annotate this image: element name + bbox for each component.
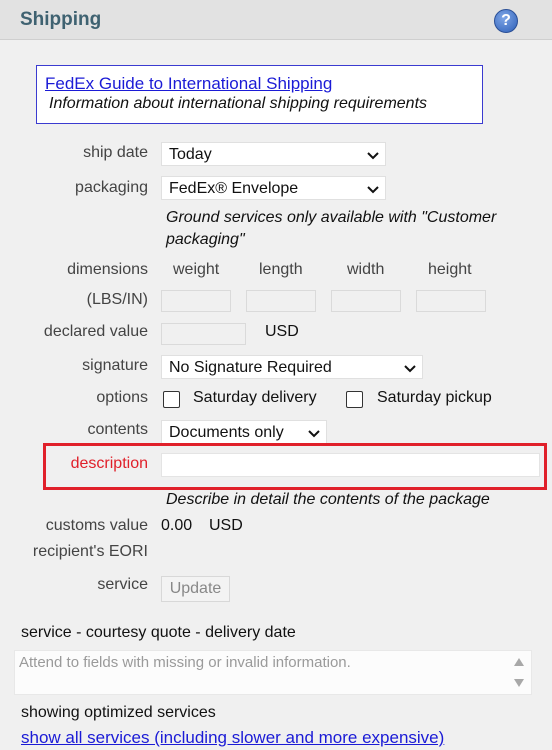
weight-input[interactable] [161,290,231,312]
customs-value-label: customs value [45,517,148,534]
dimensions-unit-label: (LBS/IN) [86,291,148,308]
width-header: width [347,261,385,278]
chevron-down-icon [367,152,379,160]
eori-label: recipient's EORI [32,543,148,560]
guide-box: FedEx Guide to International Shipping In… [36,65,483,124]
packaging-label: packaging [75,179,148,196]
chevron-down-icon [367,186,379,194]
description-note: Describe in detail the contents of the p… [166,491,490,508]
options-label: options [96,389,148,406]
height-header: height [428,261,472,278]
saturday-pickup-checkbox[interactable] [346,391,363,408]
description-label: description [70,455,148,472]
quote-heading: service - courtesy quote - delivery date [21,624,296,641]
showing-services-text: showing optimized services [21,704,216,721]
packaging-value: FedEx® Envelope [169,180,299,197]
saturday-pickup-label: Saturday pickup [377,389,492,406]
service-label: service [97,576,148,593]
height-input[interactable] [416,290,486,312]
signature-value: No Signature Required [169,359,332,376]
help-icon[interactable]: ? [494,9,518,33]
saturday-delivery-checkbox[interactable] [163,391,180,408]
guide-info: Information about international shipping… [49,95,428,112]
length-input[interactable] [246,290,316,312]
packaging-select[interactable]: FedEx® Envelope [161,176,386,200]
guide-link[interactable]: FedEx Guide to International Shipping [45,74,332,94]
update-button[interactable]: Update [161,576,230,602]
contents-label: contents [87,421,148,438]
customs-value-currency: USD [209,517,243,534]
scroll-up-icon[interactable] [513,657,525,667]
dimensions-label: dimensions [67,261,148,278]
quote-message: Attend to fields with missing or invalid… [19,654,351,671]
chevron-down-icon [308,430,320,438]
declared-value-currency: USD [265,323,299,340]
ship-date-select[interactable]: Today [161,142,386,166]
customs-value-amount: 0.00 [161,517,193,534]
description-input[interactable] [161,453,540,477]
saturday-delivery-label: Saturday delivery [193,389,317,406]
packaging-note: Ground services only available with "Cus… [166,209,497,248]
width-input[interactable] [331,290,401,312]
quote-message-box[interactable]: Attend to fields with missing or invalid… [14,650,532,695]
signature-label: signature [82,357,148,374]
section-title: Shipping [20,9,102,30]
contents-select[interactable]: Documents only [161,420,327,444]
ship-date-value: Today [169,146,212,163]
chevron-down-icon [404,365,416,373]
ship-date-label: ship date [83,144,148,161]
signature-select[interactable]: No Signature Required [161,355,423,379]
declared-value-input[interactable] [161,323,246,345]
show-all-services-link[interactable]: show all services (including slower and … [21,728,444,748]
contents-value: Documents only [169,424,284,441]
weight-header: weight [173,261,220,278]
scroll-down-icon[interactable] [513,678,525,688]
section-header: Shipping ? [0,0,552,40]
length-header: length [259,261,303,278]
declared-value-label: declared value [43,323,148,340]
